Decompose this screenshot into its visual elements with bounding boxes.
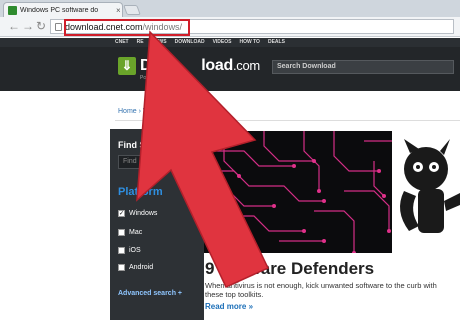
site-nav-items: CNET RE NEWS DOWNLOAD VIDEOS HOW TO DEAL… (115, 38, 285, 47)
platform-heading: Platform (118, 186, 163, 198)
advanced-search-link[interactable]: Advanced search + (118, 290, 182, 297)
platform-option-mac[interactable]: Mac (118, 229, 142, 236)
new-tab-button[interactable] (123, 5, 141, 15)
logo-suffix: .com (232, 58, 260, 73)
page-icon (55, 23, 62, 31)
find-software-title: Find Softw (118, 140, 164, 150)
nav-item-news[interactable]: NEWS (152, 38, 167, 47)
platform-option-android[interactable]: Android (118, 264, 153, 271)
logo-tagline: Pow (140, 75, 150, 81)
reload-icon[interactable]: ↻ (36, 19, 46, 33)
nav-item-reviews[interactable]: RE (137, 38, 144, 47)
windows-checkbox[interactable]: ✓ (118, 210, 125, 217)
tab-title: Windows PC software do (20, 6, 99, 14)
mac-checkbox[interactable] (118, 229, 125, 236)
site-logo-text[interactable]: Dload.com (140, 57, 260, 75)
url-highlight-box (64, 19, 190, 36)
find-input-placeholder: Find (123, 158, 137, 165)
logo-text-tail: load (201, 57, 233, 74)
feature-image[interactable] (204, 131, 460, 253)
read-more-link[interactable]: Read more » (205, 302, 253, 311)
find-software-input[interactable]: Find (118, 155, 194, 169)
platform-label-android: Android (129, 264, 154, 271)
site-header: ⇓ Dload.com Pow Search Download (0, 47, 460, 91)
ios-checkbox[interactable] (118, 247, 125, 254)
platform-label-windows: Windows (129, 210, 158, 217)
circuit-illustration (204, 131, 460, 253)
cnet-favicon-icon (8, 5, 17, 15)
divider (115, 120, 460, 121)
download-logo-icon[interactable]: ⇓ (118, 57, 136, 75)
site-search-input[interactable]: Search Download (272, 60, 454, 74)
browser-tab-bar: Windows PC software do × (0, 0, 460, 17)
tab-close-icon[interactable]: × (116, 6, 121, 15)
logo-first-letter: D (140, 57, 152, 74)
find-software-panel: Find Softw Find Platform ✓ Windows Mac i… (110, 129, 204, 320)
feature-headline[interactable]: 9 Malware Defenders (205, 259, 374, 279)
android-checkbox[interactable] (118, 264, 125, 271)
forward-arrow-icon[interactable]: → (22, 19, 34, 33)
platform-option-ios[interactable]: iOS (118, 247, 141, 254)
browser-tab[interactable]: Windows PC software do × (3, 2, 123, 17)
nav-item-videos[interactable]: VIDEOS (213, 38, 232, 47)
back-arrow-icon[interactable]: ← (8, 19, 20, 33)
nav-item-cnet[interactable]: CNET (115, 38, 129, 47)
site-nav-bar: CNET RE NEWS DOWNLOAD VIDEOS HOW TO DEAL… (0, 38, 460, 47)
nav-item-deals[interactable]: DEALS (268, 38, 285, 47)
platform-label-mac: Mac (129, 229, 143, 236)
feature-description: When antivirus is not enough, kick unwan… (205, 281, 437, 299)
platform-option-windows[interactable]: ✓ Windows (118, 210, 157, 217)
nav-item-download[interactable]: DOWNLOAD (175, 38, 205, 47)
breadcrumb[interactable]: Home › Wi (118, 108, 151, 115)
nav-item-how-to[interactable]: HOW TO (239, 38, 259, 47)
platform-label-ios: iOS (129, 247, 141, 254)
site-search-placeholder: Search Download (277, 63, 336, 70)
